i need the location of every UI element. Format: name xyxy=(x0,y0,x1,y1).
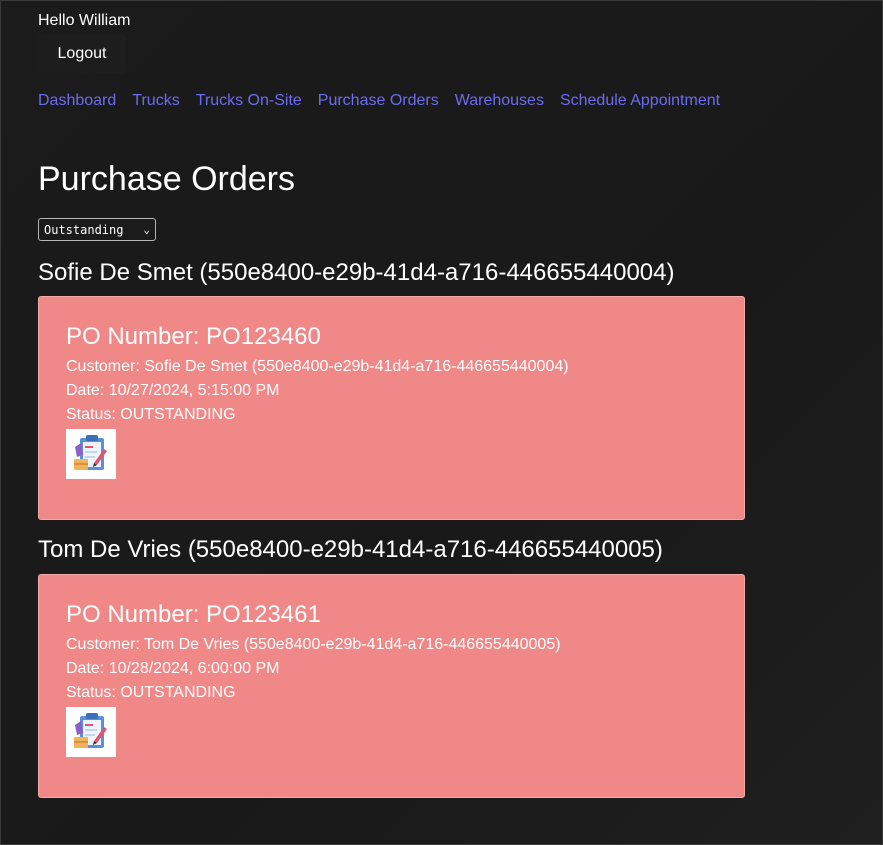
clipboard-order-icon xyxy=(66,429,116,479)
purchase-order-card[interactable]: PO Number: PO123460 Customer: Sofie De S… xyxy=(38,296,745,520)
nav-link-trucks-on-site[interactable]: Trucks On-Site xyxy=(196,91,302,111)
greeting-text: Hello William xyxy=(38,12,131,29)
app-page: Hello William Logout Dashboard Trucks Tr… xyxy=(0,0,883,845)
clipboard-order-icon xyxy=(66,707,116,757)
po-number: PO Number: PO123460 xyxy=(66,323,321,350)
nav-link-schedule-appointment[interactable]: Schedule Appointment xyxy=(560,91,720,111)
status-filter-value: Outstanding xyxy=(44,222,124,237)
page-title: Purchase Orders xyxy=(38,160,295,198)
nav-link-purchase-orders[interactable]: Purchase Orders xyxy=(318,91,439,111)
po-date: Date: 10/27/2024, 5:15:00 PM xyxy=(66,382,280,399)
po-customer: Customer: Sofie De Smet (550e8400-e29b-4… xyxy=(66,358,569,375)
purchase-order-card[interactable]: PO Number: PO123461 Customer: Tom De Vri… xyxy=(38,574,745,798)
main-nav: Dashboard Trucks Trucks On-Site Purchase… xyxy=(38,91,720,111)
customer-group: Sofie De Smet (550e8400-e29b-41d4-a716-4… xyxy=(38,259,745,520)
status-filter-select[interactable]: Outstanding ⌄ xyxy=(38,218,156,241)
customer-group: Tom De Vries (550e8400-e29b-41d4-a716-44… xyxy=(38,536,745,798)
po-customer: Customer: Tom De Vries (550e8400-e29b-41… xyxy=(66,636,561,653)
chevron-down-icon: ⌄ xyxy=(143,223,150,236)
po-status: Status: OUTSTANDING xyxy=(66,406,236,423)
nav-link-warehouses[interactable]: Warehouses xyxy=(455,91,544,111)
customer-heading: Tom De Vries (550e8400-e29b-41d4-a716-44… xyxy=(38,536,663,563)
logout-button[interactable]: Logout xyxy=(38,33,126,74)
customer-heading: Sofie De Smet (550e8400-e29b-41d4-a716-4… xyxy=(38,259,675,286)
po-status: Status: OUTSTANDING xyxy=(66,684,236,701)
po-date: Date: 10/28/2024, 6:00:00 PM xyxy=(66,660,280,677)
nav-link-dashboard[interactable]: Dashboard xyxy=(38,91,116,111)
po-number: PO Number: PO123461 xyxy=(66,601,321,628)
nav-link-trucks[interactable]: Trucks xyxy=(132,91,179,111)
